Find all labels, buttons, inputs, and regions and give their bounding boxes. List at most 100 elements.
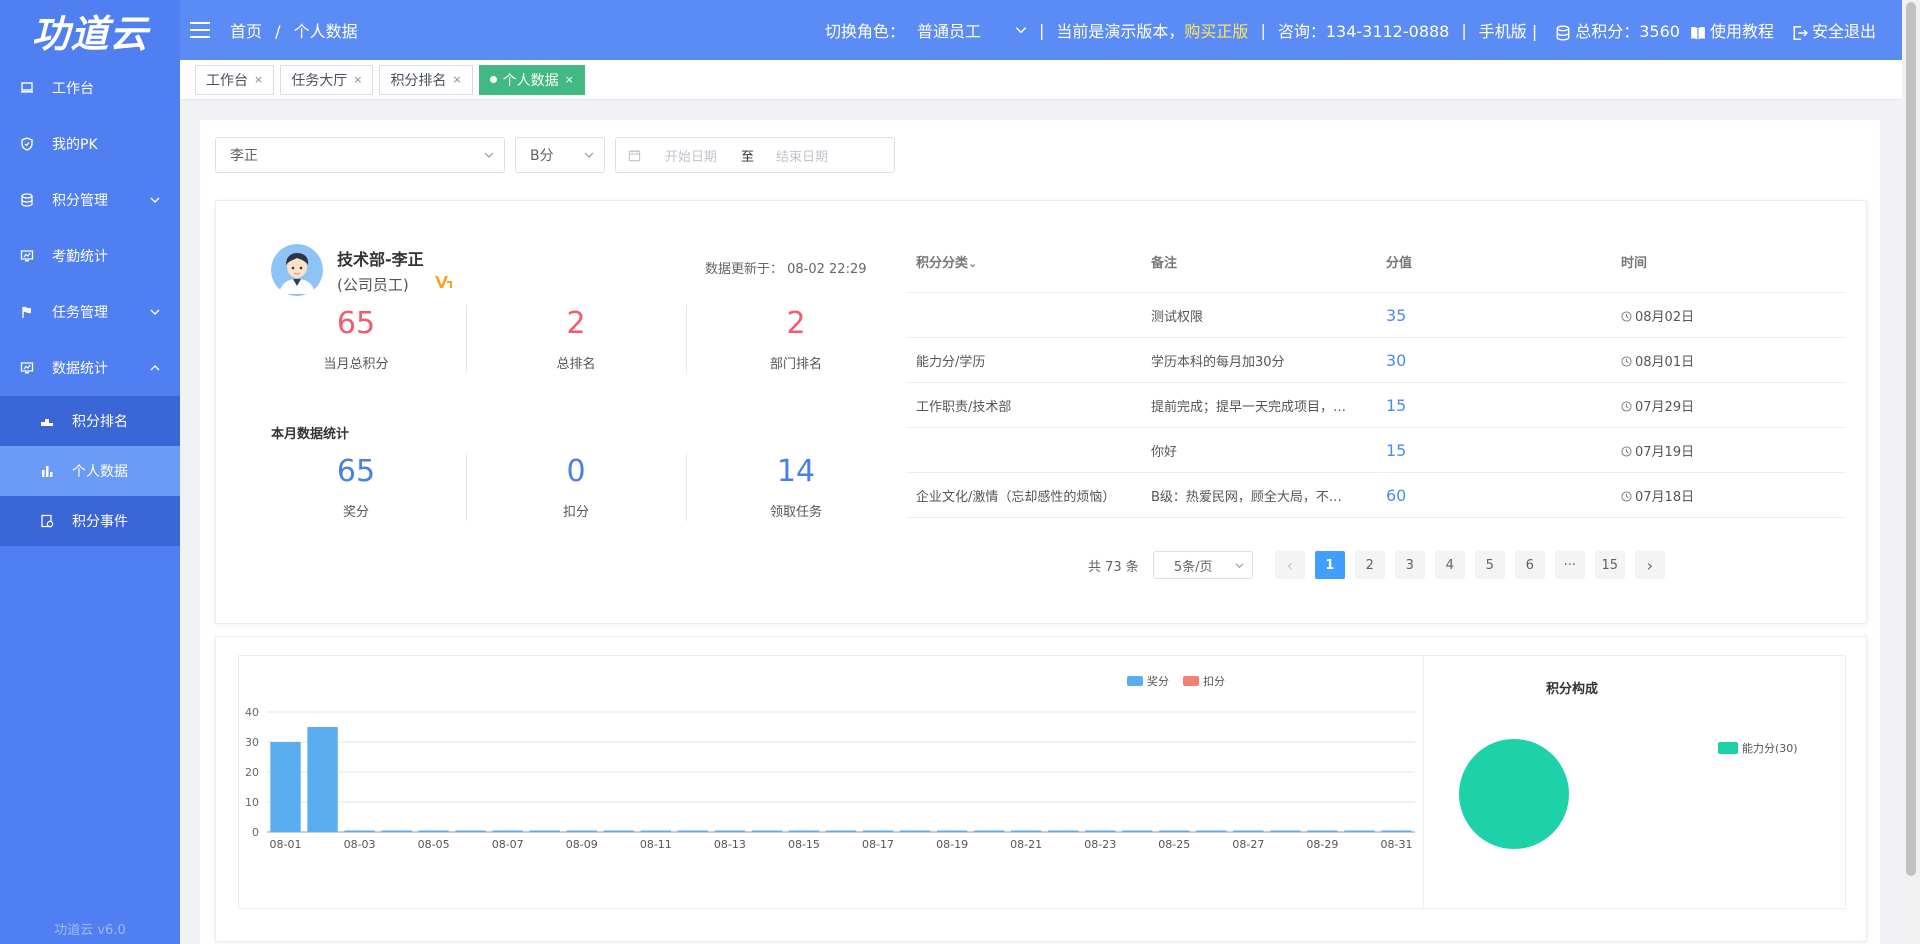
- cell-time: 07月29日: [1611, 396, 1846, 415]
- separator: |: [1461, 20, 1467, 40]
- month-stats-title: 本月数据统计: [271, 427, 350, 442]
- sidebar-item-data-statistics[interactable]: 数据统计: [0, 340, 180, 396]
- table-row: 工作职责/技术部 提前完成；提早一天完成项目，… 15 07月29日: [906, 383, 1846, 428]
- bar: [973, 830, 1005, 832]
- cell-score: 60: [1386, 485, 1407, 505]
- x-tick-label: 08-29: [1306, 838, 1338, 851]
- next-page-button[interactable]: ›: [1634, 551, 1665, 579]
- tab-task-hall[interactable]: 任务大厅 ×: [280, 64, 374, 95]
- cell-category: 工作职责/技术部: [916, 399, 1012, 415]
- charts-card: 0 10 20 30 40 08-01 08-03 08-05 08-07 08-09 08-11 0…: [215, 636, 1867, 942]
- event-icon: [40, 514, 54, 528]
- bar: [1122, 830, 1153, 832]
- bar: [529, 830, 560, 832]
- score-type-select[interactable]: B分: [515, 137, 605, 173]
- sidebar-item-attendance[interactable]: 考勤统计: [0, 228, 180, 284]
- cell-note: B级：热爱民网，顾全大局，不…: [1151, 489, 1342, 505]
- sidebar-item-task-management[interactable]: 任务管理: [0, 284, 180, 340]
- logout-link[interactable]: 安全退出: [1792, 18, 1876, 42]
- start-date-input[interactable]: 开始日期: [665, 146, 717, 165]
- stat-value: 2: [566, 306, 586, 341]
- sidebar-item-personal-data[interactable]: 个人数据: [0, 446, 180, 496]
- sidebar-item-label: 任务管理: [52, 305, 108, 321]
- tutorial-link[interactable]: 使用教程: [1690, 18, 1774, 42]
- prev-page-button[interactable]: ‹: [1274, 551, 1305, 579]
- legend-label: 扣分: [1203, 674, 1225, 688]
- bar: [418, 830, 449, 832]
- tab-label: 工作台: [206, 72, 248, 89]
- cell-note: 测试权限: [1151, 309, 1204, 325]
- column-header-time: 时间: [1621, 256, 1648, 271]
- role-label: 切换角色：: [825, 22, 906, 41]
- chart-screen-icon: [20, 249, 34, 263]
- cell-score: 15: [1386, 395, 1407, 415]
- column-header-note: 备注: [1151, 256, 1178, 271]
- sidebar-item-my-pk[interactable]: 我的PK: [0, 116, 180, 172]
- bar: [1270, 830, 1301, 832]
- mobile-link[interactable]: 手机版 |: [1479, 18, 1537, 42]
- bar-chart-icon: [40, 464, 54, 478]
- chevron-down-icon: [1015, 27, 1027, 34]
- page-button[interactable]: 15: [1594, 551, 1625, 579]
- sort-icon: ⌄: [968, 257, 978, 270]
- close-icon[interactable]: ×: [452, 73, 461, 86]
- page-size-select[interactable]: 5条/页: [1152, 551, 1253, 579]
- tab-points-ranking[interactable]: 积分排名 ×: [379, 64, 473, 95]
- personal-summary-card: 技术部-李正 (公司员工) 数据更新于： 08-02 22:29 65 当月总积…: [215, 200, 1867, 624]
- scrollbar-thumb[interactable]: [1906, 2, 1916, 876]
- column-header-label: 积分分类: [916, 256, 969, 271]
- page-button[interactable]: 2: [1354, 551, 1385, 579]
- legend-swatch: [1718, 742, 1738, 754]
- person-select[interactable]: 李正: [215, 137, 505, 173]
- tab-personal-data[interactable]: 个人数据 ×: [478, 64, 585, 95]
- vip-badge-icon: [434, 276, 452, 288]
- tab-label: 任务大厅: [291, 72, 348, 89]
- stat-label: 扣分: [562, 505, 589, 520]
- tab-workbench[interactable]: 工作台 ×: [195, 64, 275, 95]
- table-row: 测试权限 35 08月02日: [906, 293, 1846, 338]
- bar: [788, 830, 820, 832]
- page-button[interactable]: 5: [1474, 551, 1505, 579]
- legend-label: 奖分: [1147, 674, 1169, 688]
- sidebar-item-points-management[interactable]: 积分管理: [0, 172, 180, 228]
- buy-link[interactable]: 购买正版: [1184, 22, 1248, 41]
- pie-slice: [1459, 739, 1569, 849]
- end-date-input[interactable]: 结束日期: [776, 146, 828, 165]
- person-select-value: 李正: [230, 148, 258, 164]
- bar: [1159, 830, 1190, 832]
- sidebar-item-points-ranking[interactable]: 积分排名: [0, 396, 180, 446]
- monitor-icon: [20, 81, 34, 95]
- close-icon[interactable]: ×: [353, 73, 362, 86]
- breadcrumb-home[interactable]: 首页: [230, 22, 262, 41]
- close-icon[interactable]: ×: [254, 73, 263, 86]
- cell-time-text: 07月19日: [1635, 444, 1695, 460]
- close-icon[interactable]: ×: [565, 73, 574, 86]
- profile-role: (公司员工): [337, 275, 409, 294]
- page-button[interactable]: 1: [1314, 551, 1345, 579]
- menu-toggle-icon[interactable]: [190, 22, 210, 38]
- page-button[interactable]: 4: [1434, 551, 1465, 579]
- role-switcher[interactable]: 普通员工: [917, 18, 1027, 42]
- demo-text: 当前是演示版本，: [1056, 22, 1185, 41]
- page-button[interactable]: ···: [1554, 551, 1585, 579]
- page-button[interactable]: 6: [1514, 551, 1545, 579]
- sidebar-submenu: 积分排名 个人数据 积分事件: [0, 396, 180, 546]
- date-range-picker[interactable]: 开始日期 至 结束日期: [615, 137, 895, 173]
- pagination: 共 73 条 5条/页 ‹ 1 2 3 4 5 6 ··· 15 ›: [1088, 551, 1665, 579]
- page-button[interactable]: 3: [1394, 551, 1425, 579]
- tutorial-text: 使用教程: [1709, 22, 1774, 41]
- database-icon: [1556, 24, 1570, 41]
- cell-score: 15: [1386, 440, 1407, 460]
- bar: [381, 830, 412, 832]
- bar: [307, 727, 338, 832]
- column-header-category[interactable]: 积分分类⌄: [906, 252, 1141, 271]
- page-scrollbar[interactable]: [1902, 0, 1920, 944]
- cell-note: 提前完成；提早一天完成项目，…: [1151, 399, 1347, 415]
- sidebar-item-workbench[interactable]: 工作台: [0, 60, 180, 116]
- stat-tasks-claimed: 14 领取任务: [686, 453, 906, 521]
- profile-block: 技术部-李正 (公司员工): [271, 244, 454, 296]
- sidebar-item-points-events[interactable]: 积分事件: [0, 496, 180, 546]
- pagination-total: 共 73 条: [1088, 559, 1139, 575]
- active-dot-icon: [489, 76, 497, 83]
- main-content: 李正 B分 开始日期 至 结束日期 技术部-李正 (公司员工) 数据更新于： 0…: [200, 120, 1880, 944]
